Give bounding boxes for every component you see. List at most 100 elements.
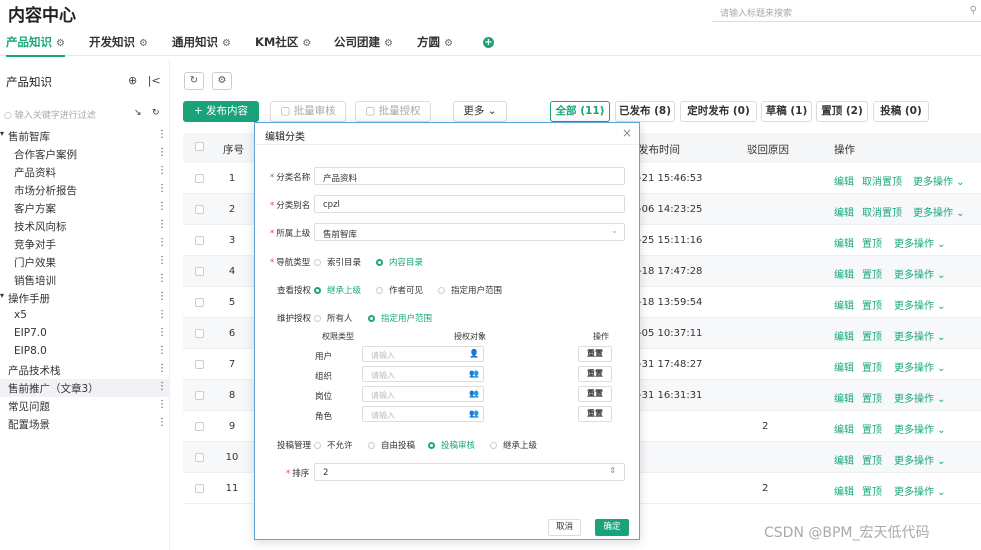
tab-dev-knowledge[interactable]: 开发知识 ⚙ xyxy=(89,34,148,50)
more-vert-icon[interactable]: ⋮ xyxy=(157,183,167,194)
edit-link[interactable]: 编辑 xyxy=(834,421,854,436)
radio-view-inherit[interactable]: 继承上级 xyxy=(314,284,361,296)
radio-view-author[interactable]: 作者可见 xyxy=(376,284,423,296)
more-vert-icon[interactable]: ⋮ xyxy=(157,309,167,320)
filter-scheduled[interactable]: 定时发布 (0) xyxy=(680,101,757,122)
close-icon[interactable]: × xyxy=(622,126,632,140)
row-checkbox[interactable] xyxy=(195,391,204,400)
tab-km-community[interactable]: KM社区 ⚙ xyxy=(255,34,311,50)
sidebar-item[interactable]: ▾ 售前智库 xyxy=(0,129,50,144)
confirm-button[interactable]: 确定 xyxy=(595,519,629,536)
caret-down-icon[interactable]: ▾ xyxy=(0,291,4,300)
more-dropdown[interactable]: 更多 ⌄ xyxy=(453,101,507,122)
sort-stepper[interactable]: 2 ⇕ xyxy=(314,463,625,481)
refresh-button[interactable]: ↻ xyxy=(184,72,204,90)
more-actions-link[interactable]: 更多操作 ⌄ xyxy=(894,235,946,250)
row-checkbox[interactable] xyxy=(195,205,204,214)
sidebar-item[interactable]: 技术风向标 xyxy=(14,219,67,234)
sidebar-item[interactable]: ▾ 操作手册 xyxy=(0,291,50,306)
sidebar-item[interactable]: 竞争对手 xyxy=(14,237,56,252)
tab-team-building[interactable]: 公司团建 ⚙ xyxy=(334,34,393,50)
sidebar-item[interactable]: 销售培训 xyxy=(14,273,56,288)
sidebar-item[interactable]: EIP7.0 xyxy=(14,327,47,339)
pin-link[interactable]: 置顶 xyxy=(862,483,882,498)
sidebar-item[interactable]: 售前推广（文章3） xyxy=(8,381,99,396)
pin-link[interactable]: 置顶 xyxy=(862,328,882,343)
tab-fangyuan[interactable]: 方圆 ⚙ xyxy=(417,34,453,50)
more-vert-icon[interactable]: ⋮ xyxy=(157,255,167,266)
tree-filter-input[interactable]: ○ 输入关键字进行过滤 ↘ ↻ xyxy=(0,108,170,124)
parent-select[interactable]: 售前智库 ⌄ xyxy=(314,223,625,241)
more-actions-link[interactable]: 更多操作 ⌄ xyxy=(894,452,946,467)
more-actions-link[interactable]: 更多操作 ⌄ xyxy=(894,390,946,405)
collapse-sidebar-icon[interactable]: |< xyxy=(148,74,161,87)
reset-user-button[interactable]: 重置 xyxy=(578,346,612,362)
more-vert-icon[interactable]: ⋮ xyxy=(157,201,167,212)
more-actions-link[interactable]: 更多操作 ⌄ xyxy=(894,483,946,498)
pin-link[interactable]: 置顶 xyxy=(862,297,882,312)
radio-contrib-inherit[interactable]: 继承上级 xyxy=(490,439,537,451)
sidebar-item[interactable]: 配置场景 xyxy=(8,417,50,432)
more-vert-icon[interactable]: ⋮ xyxy=(157,417,167,428)
edit-link[interactable]: 编辑 xyxy=(834,297,854,312)
select-all-checkbox[interactable] xyxy=(195,142,204,151)
more-actions-link[interactable]: 更多操作 ⌄ xyxy=(913,173,965,188)
pin-link[interactable]: 置顶 xyxy=(862,421,882,436)
add-tab-icon[interactable]: + xyxy=(483,37,494,48)
more-actions-link[interactable]: 更多操作 ⌄ xyxy=(894,359,946,374)
more-vert-icon[interactable]: ⋮ xyxy=(157,363,167,374)
batch-review-button[interactable]: ▢ 批量审核 xyxy=(270,101,346,122)
radio-view-specific[interactable]: 指定用户范围 xyxy=(438,284,502,296)
alias-input[interactable]: cpzl xyxy=(314,195,625,213)
row-checkbox[interactable] xyxy=(195,174,204,183)
edit-link[interactable]: 编辑 xyxy=(834,266,854,281)
sidebar-item[interactable]: 市场分析报告 xyxy=(14,183,77,198)
edit-link[interactable]: 编辑 xyxy=(834,359,854,374)
tab-general-knowledge[interactable]: 通用知识 ⚙ xyxy=(172,34,231,50)
radio-contrib-review[interactable]: 投稿审核 xyxy=(428,439,475,451)
perm-org-input[interactable]: 请输入 👥 xyxy=(362,366,484,382)
expand-icon[interactable]: ↘ xyxy=(134,108,142,118)
tab-product-knowledge[interactable]: 产品知识 ⚙ xyxy=(6,34,65,57)
more-vert-icon[interactable]: ⋮ xyxy=(157,237,167,248)
filter-pinned[interactable]: 置顶 (2) xyxy=(816,101,868,122)
batch-auth-button[interactable]: ▢ 批量授权 xyxy=(355,101,431,122)
sidebar-item[interactable]: 常见问题 xyxy=(8,399,50,414)
edit-link[interactable]: 编辑 xyxy=(834,235,854,250)
more-vert-icon[interactable]: ⋮ xyxy=(157,327,167,338)
row-checkbox[interactable] xyxy=(195,236,204,245)
filter-all[interactable]: 全部 (11) xyxy=(550,101,610,122)
filter-draft[interactable]: 草稿 (1) xyxy=(761,101,812,122)
publish-button[interactable]: + 发布内容 xyxy=(183,101,259,122)
edit-link[interactable]: 编辑 xyxy=(834,328,854,343)
row-checkbox[interactable] xyxy=(195,422,204,431)
pin-link[interactable]: 取消置顶 xyxy=(862,204,902,219)
more-vert-icon[interactable]: ⋮ xyxy=(157,129,167,140)
perm-role-input[interactable]: 请输入 👥 xyxy=(362,406,484,422)
more-vert-icon[interactable]: ⋮ xyxy=(157,291,167,302)
edit-link[interactable]: 编辑 xyxy=(834,483,854,498)
reset-role-button[interactable]: 重置 xyxy=(578,406,612,422)
sidebar-item[interactable]: 客户方案 xyxy=(14,201,56,216)
row-checkbox[interactable] xyxy=(195,329,204,338)
row-checkbox[interactable] xyxy=(195,298,204,307)
sidebar-item[interactable]: 产品资料 xyxy=(14,165,56,180)
more-actions-link[interactable]: 更多操作 ⌄ xyxy=(894,266,946,281)
caret-down-icon[interactable]: ▾ xyxy=(0,129,4,138)
row-checkbox[interactable] xyxy=(195,484,204,493)
more-actions-link[interactable]: 更多操作 ⌄ xyxy=(913,204,965,219)
edit-link[interactable]: 编辑 xyxy=(834,204,854,219)
row-checkbox[interactable] xyxy=(195,453,204,462)
reset-post-button[interactable]: 重置 xyxy=(578,386,612,402)
more-actions-link[interactable]: 更多操作 ⌄ xyxy=(894,421,946,436)
more-actions-link[interactable]: 更多操作 ⌄ xyxy=(894,297,946,312)
more-vert-icon[interactable]: ⋮ xyxy=(157,165,167,176)
radio-contrib-none[interactable]: 不允许 xyxy=(314,439,353,451)
radio-maint-all[interactable]: 所有人 xyxy=(314,312,353,324)
pin-link[interactable]: 置顶 xyxy=(862,235,882,250)
pin-link[interactable]: 置顶 xyxy=(862,390,882,405)
settings-button[interactable]: ⚙ xyxy=(212,72,232,90)
more-actions-link[interactable]: 更多操作 ⌄ xyxy=(894,328,946,343)
radio-content-dir[interactable]: 内容目录 xyxy=(376,256,423,268)
more-vert-icon[interactable]: ⋮ xyxy=(157,381,167,392)
